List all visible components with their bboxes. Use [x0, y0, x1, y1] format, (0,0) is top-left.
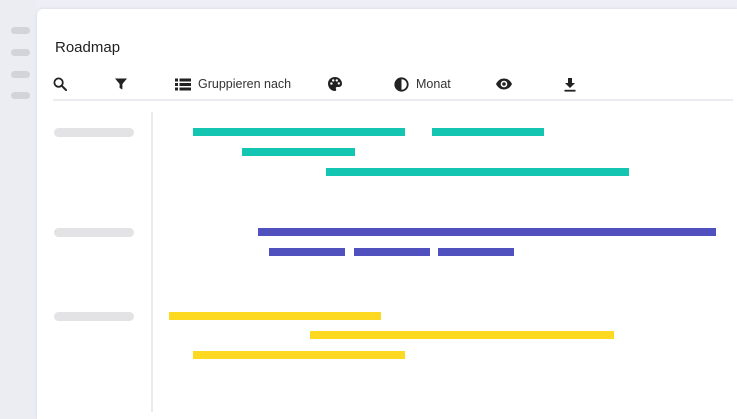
timeline-bar[interactable] [432, 128, 544, 136]
list-icon [175, 78, 191, 91]
timeline-bar[interactable] [269, 248, 345, 256]
timeline-bar[interactable] [258, 228, 716, 236]
rail-nav-item[interactable] [11, 27, 30, 34]
download-icon [563, 77, 577, 92]
timeline-bar[interactable] [326, 168, 629, 176]
filter-icon [114, 77, 128, 91]
group-label-placeholder [54, 312, 134, 321]
group-by-label: Gruppieren nach [198, 77, 292, 91]
toolbar-divider [53, 99, 733, 101]
search-button[interactable] [53, 71, 67, 97]
half-circle-icon [394, 76, 409, 92]
rail-nav-item[interactable] [11, 71, 30, 78]
timeline-bar[interactable] [354, 248, 430, 256]
time-scale-button[interactable]: Monat [394, 71, 451, 97]
search-icon [53, 77, 67, 91]
rail-nav-item[interactable] [11, 92, 30, 99]
timeline-bar[interactable] [193, 351, 405, 359]
timeline-bar[interactable] [242, 148, 355, 156]
toolbar: Gruppieren nach Monat [37, 71, 737, 97]
timeline-bar[interactable] [438, 248, 514, 256]
timeline-bar[interactable] [169, 312, 381, 320]
palette-icon [327, 76, 343, 92]
download-button[interactable] [563, 71, 577, 97]
view-button[interactable] [495, 71, 513, 97]
group-by-button[interactable]: Gruppieren nach [175, 71, 291, 97]
group-label-placeholder [54, 228, 134, 237]
timeline-bar[interactable] [193, 128, 405, 136]
group-label-placeholder [54, 128, 134, 137]
row-header-divider [151, 112, 153, 412]
color-button[interactable] [327, 71, 343, 97]
page-title: Roadmap [55, 39, 121, 56]
left-rail [0, 0, 36, 419]
eye-icon [495, 78, 513, 90]
filter-button[interactable] [114, 71, 128, 97]
timeline-bar[interactable] [310, 331, 614, 339]
roadmap-panel: Roadmap Gruppieren nach Monat [37, 9, 737, 419]
rail-nav-item[interactable] [11, 49, 30, 56]
time-scale-label: Monat [416, 77, 451, 91]
